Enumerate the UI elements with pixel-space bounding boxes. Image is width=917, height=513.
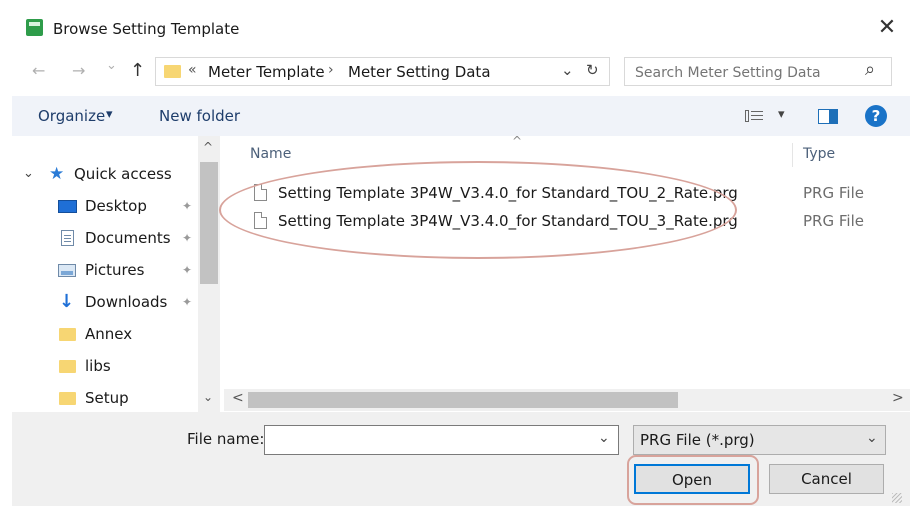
open-button[interactable]: Open	[634, 464, 750, 494]
sidebar-item-label: Setup	[85, 389, 129, 407]
app-icon	[26, 19, 43, 36]
refresh-icon[interactable]: ↻	[586, 61, 599, 79]
scroll-up-icon[interactable]: ^	[203, 140, 213, 154]
folder-icon	[164, 65, 181, 78]
search-input[interactable]	[633, 62, 857, 83]
sidebar-item-label: Documents	[85, 229, 171, 247]
file-icon	[254, 212, 267, 229]
resize-grip-icon[interactable]	[892, 493, 902, 503]
documents-icon	[61, 230, 74, 246]
preview-pane-icon[interactable]	[818, 109, 838, 124]
chevron-down-icon[interactable]: ⌄	[598, 430, 610, 446]
column-header-name[interactable]: Name	[250, 146, 291, 162]
breadcrumb-meter-template[interactable]: Meter Template	[208, 63, 325, 81]
filename-label: File name:	[187, 430, 265, 448]
filetype-value: PRG File (*.prg)	[640, 431, 755, 449]
sidebar-item-label: Pictures	[85, 261, 145, 279]
pin-icon[interactable]: ✦	[182, 288, 192, 316]
title-bar: Browse Setting Template ✕	[12, 8, 910, 50]
filetype-select[interactable]: PRG File (*.prg) ⌄	[633, 425, 886, 455]
address-bar[interactable]: « Meter Template › Meter Setting Data ⌄ …	[155, 57, 610, 86]
desktop-icon	[58, 200, 77, 213]
sidebar-item-label: libs	[85, 357, 111, 375]
filename-field[interactable]: ⌄	[264, 425, 619, 455]
breadcrumb-meter-setting-data[interactable]: Meter Setting Data	[348, 63, 491, 81]
window-title: Browse Setting Template	[53, 20, 240, 38]
path-overflow-icon[interactable]: «	[188, 62, 197, 78]
file-list-scrollbar[interactable]: < >	[224, 389, 910, 411]
view-dropdown-icon[interactable]: ▾	[778, 107, 785, 122]
scrollbar-thumb[interactable]	[200, 162, 218, 284]
view-options-icon[interactable]	[745, 110, 763, 122]
cancel-button[interactable]: Cancel	[769, 464, 884, 494]
column-header-type[interactable]: Type	[803, 146, 835, 162]
pin-icon[interactable]: ✦	[182, 256, 192, 284]
folder-icon	[59, 392, 76, 405]
navigation-pane: ⌄ ★ Quick access Desktop ✦ Documents ✦ P…	[12, 136, 222, 412]
forward-arrow-icon[interactable]: →	[72, 61, 85, 80]
organize-button[interactable]: Organize	[38, 107, 105, 125]
file-type: PRG File	[803, 184, 864, 202]
navigation-scrollbar[interactable]: ^ ⌄	[198, 136, 220, 412]
pin-icon[interactable]: ✦	[182, 224, 192, 252]
chevron-down-icon[interactable]: ⌄	[561, 61, 574, 79]
organize-dropdown-icon[interactable]: ▾	[106, 107, 113, 122]
pictures-icon	[58, 264, 76, 277]
file-row[interactable]: Setting Template 3P4W_V3.4.0_for Standar…	[250, 209, 900, 233]
star-icon: ★	[49, 164, 65, 184]
pin-icon[interactable]: ✦	[182, 192, 192, 220]
back-arrow-icon[interactable]: ←	[32, 61, 45, 80]
scroll-down-icon[interactable]: ⌄	[203, 390, 213, 404]
breadcrumb-separator[interactable]: ›	[328, 62, 334, 78]
file-name: Setting Template 3P4W_V3.4.0_for Standar…	[278, 184, 738, 202]
new-folder-button[interactable]: New folder	[159, 107, 240, 125]
file-icon	[254, 184, 267, 201]
recent-locations-icon[interactable]: ⌄	[106, 58, 117, 73]
sidebar-item-label: Quick access	[74, 165, 172, 183]
scroll-left-icon[interactable]: <	[232, 390, 244, 406]
scroll-right-icon[interactable]: >	[892, 390, 904, 406]
up-arrow-icon[interactable]: ↑	[130, 60, 145, 81]
downloads-icon: ↓	[59, 291, 75, 312]
sidebar-item-label: Desktop	[85, 197, 147, 215]
scrollbar-thumb[interactable]	[248, 392, 678, 408]
sort-indicator-icon: ^	[512, 134, 523, 148]
expand-chevron-icon[interactable]: ⌄	[23, 160, 34, 188]
chevron-down-icon[interactable]: ⌄	[866, 430, 878, 446]
sidebar-item-label: Annex	[85, 325, 133, 343]
file-type: PRG File	[803, 212, 864, 230]
folder-icon	[59, 360, 76, 373]
close-button[interactable]: ✕	[872, 14, 902, 42]
column-divider[interactable]	[792, 143, 793, 167]
search-box[interactable]: ⌕	[624, 57, 892, 86]
sidebar-item-label: Downloads	[85, 293, 168, 311]
file-name: Setting Template 3P4W_V3.4.0_for Standar…	[278, 212, 738, 230]
search-icon[interactable]: ⌕	[865, 59, 875, 80]
folder-icon	[59, 328, 76, 341]
command-bar: Organize ▾ New folder ▾ ?	[12, 96, 910, 136]
file-row[interactable]: Setting Template 3P4W_V3.4.0_for Standar…	[250, 181, 900, 205]
help-icon[interactable]: ?	[865, 105, 887, 127]
